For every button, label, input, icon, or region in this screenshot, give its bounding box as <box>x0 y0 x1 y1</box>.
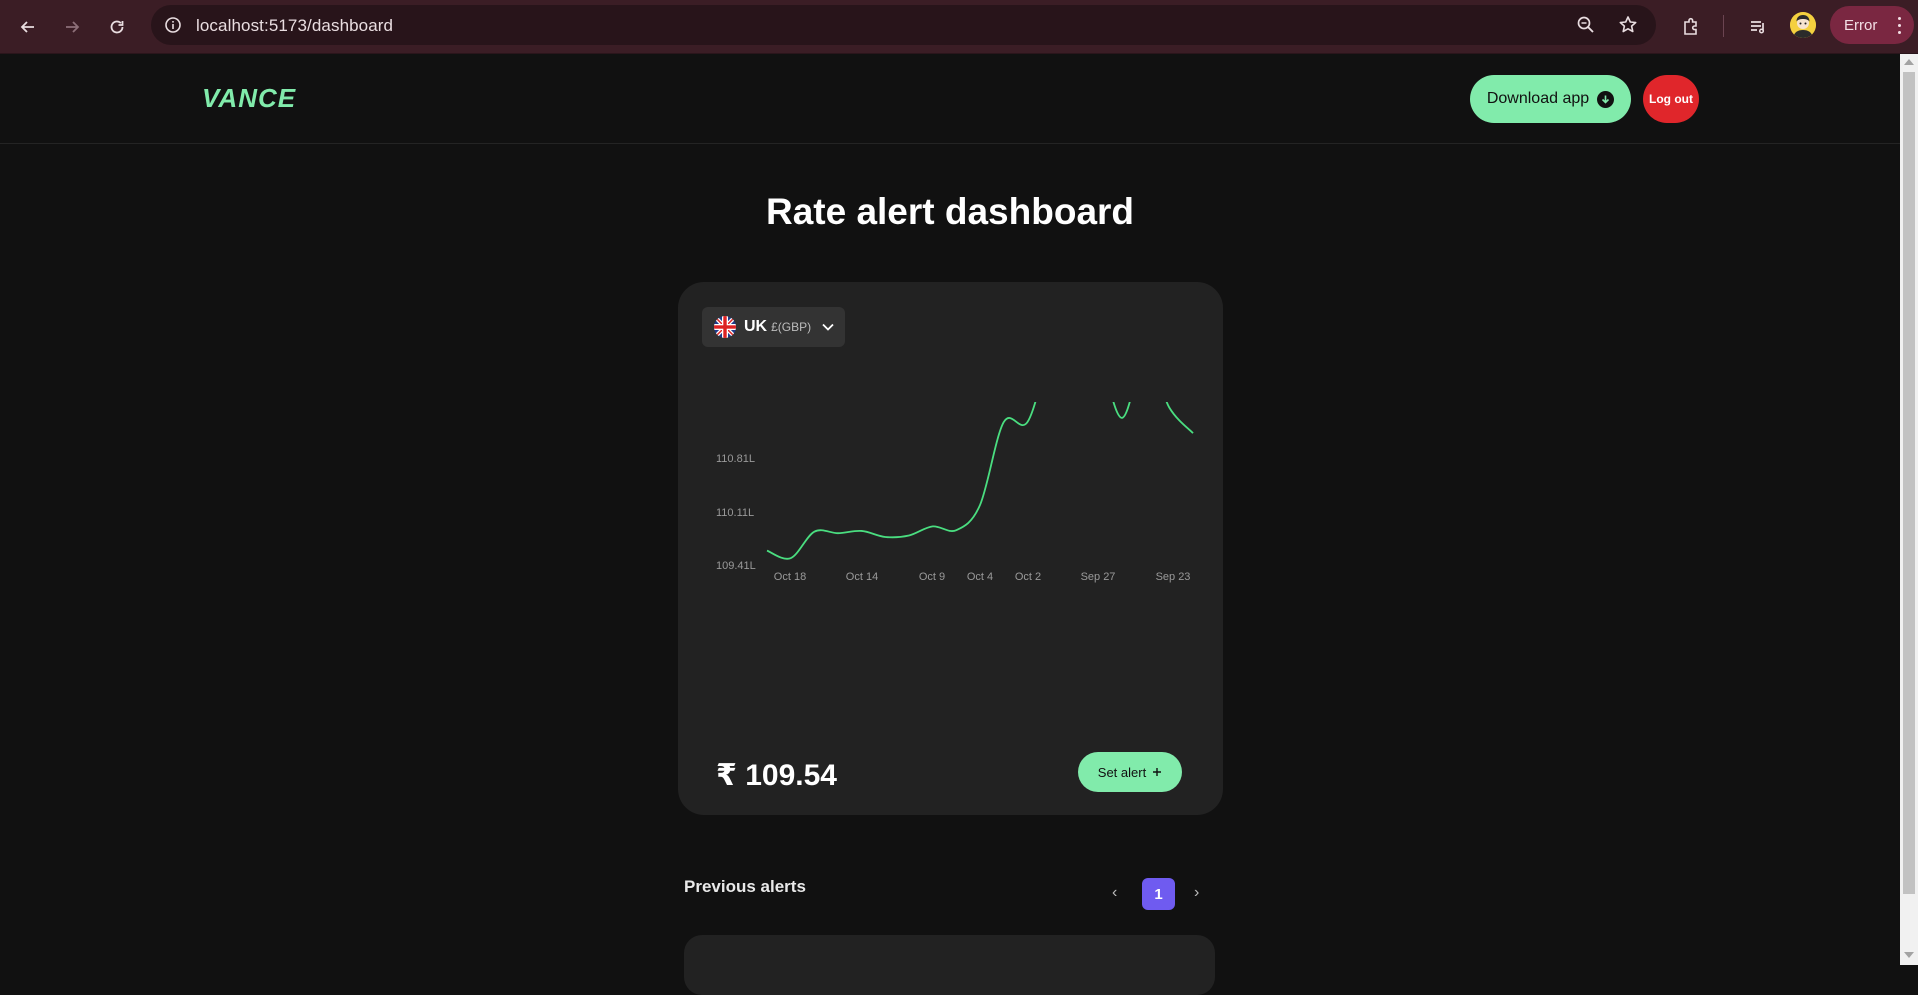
logout-button[interactable]: Log out <box>1643 75 1699 123</box>
download-app-label: Download app <box>1486 90 1590 107</box>
currency-select[interactable]: UK £(GBP) <box>702 307 845 347</box>
address-bar[interactable]: localhost:5173/dashboard <box>151 5 1656 45</box>
page-scrollbar[interactable] <box>1900 54 1918 965</box>
set-alert-label: Set alert <box>1097 764 1147 780</box>
x-tick-label: Sep 27 <box>1081 571 1116 583</box>
x-tick-label: Oct 4 <box>967 571 993 583</box>
page-title: Rate alert dashboard <box>765 191 1135 232</box>
scroll-up-arrow[interactable] <box>1904 59 1914 65</box>
zoom-icon[interactable] <box>1576 15 1596 35</box>
currency-code: UK <box>744 318 768 335</box>
avatar[interactable] <box>1790 12 1816 38</box>
profile-error-chip[interactable]: Error <box>1830 6 1914 44</box>
y-tick-label: 110.11L <box>716 507 754 519</box>
extensions-icon <box>1684 17 1697 35</box>
chevron-down-icon <box>821 320 835 339</box>
profile-error-label: Error <box>1844 16 1878 34</box>
x-tick-label: Sep 23 <box>1156 571 1191 583</box>
y-tick-label: 109.41L <box>716 560 756 572</box>
x-tick-label: Oct 18 <box>774 571 806 583</box>
forward-icon <box>66 21 80 33</box>
previous-alerts-title: Previous alerts <box>684 877 806 896</box>
scroll-down-arrow[interactable] <box>1904 952 1914 958</box>
pagination-prev-button[interactable]: ‹ <box>1112 884 1117 902</box>
forward-button[interactable] <box>57 12 87 42</box>
back-icon <box>20 21 34 33</box>
site-info-icon[interactable] <box>163 15 183 35</box>
back-button[interactable] <box>13 12 43 42</box>
reload-button[interactable] <box>102 12 132 42</box>
x-tick-label: Oct 14 <box>846 571 878 583</box>
vance-logo[interactable]: VANCE <box>200 83 312 116</box>
download-app-button[interactable]: Download app <box>1470 75 1631 123</box>
currency-symbol: £(GBP) <box>771 320 812 334</box>
reading-list-button[interactable] <box>1743 12 1773 42</box>
reload-icon <box>110 20 124 34</box>
pagination-page-button[interactable]: 1 <box>1142 878 1175 910</box>
download-arrow-icon <box>1597 90 1615 108</box>
set-alert-button[interactable]: Set alert <box>1078 752 1182 792</box>
current-rate: ₹ 109.54 <box>716 759 837 792</box>
browser-toolbar: localhost:5173/dashboard Error <box>0 0 1918 54</box>
rate-series-line <box>766 402 1194 560</box>
pagination-next-button[interactable]: › <box>1194 884 1199 902</box>
url-text[interactable]: localhost:5173/dashboard <box>196 16 393 36</box>
y-tick-label: 110.81L <box>716 453 755 465</box>
toolbar-divider <box>1723 15 1724 37</box>
reading-list-icon <box>1751 21 1765 34</box>
x-tick-label: Oct 9 <box>919 571 945 583</box>
rate-line-chart: 112.18L110.81L110.11L109.41LOct 18Oct 14… <box>716 402 1194 583</box>
x-tick-label: Oct 2 <box>1015 571 1041 583</box>
alert-list-item <box>684 935 1215 995</box>
uk-flag-icon <box>714 316 736 338</box>
rate-card: UK £(GBP) 112.18L110.81L110.11L109.41LOc… <box>678 282 1223 815</box>
plus-icon <box>1152 765 1162 780</box>
bookmark-star-icon[interactable] <box>1618 15 1638 35</box>
svg-text:VANCE: VANCE <box>202 85 296 111</box>
scroll-thumb[interactable] <box>1903 72 1915 894</box>
more-icon[interactable] <box>1898 17 1902 38</box>
extensions-button[interactable] <box>1676 12 1706 42</box>
